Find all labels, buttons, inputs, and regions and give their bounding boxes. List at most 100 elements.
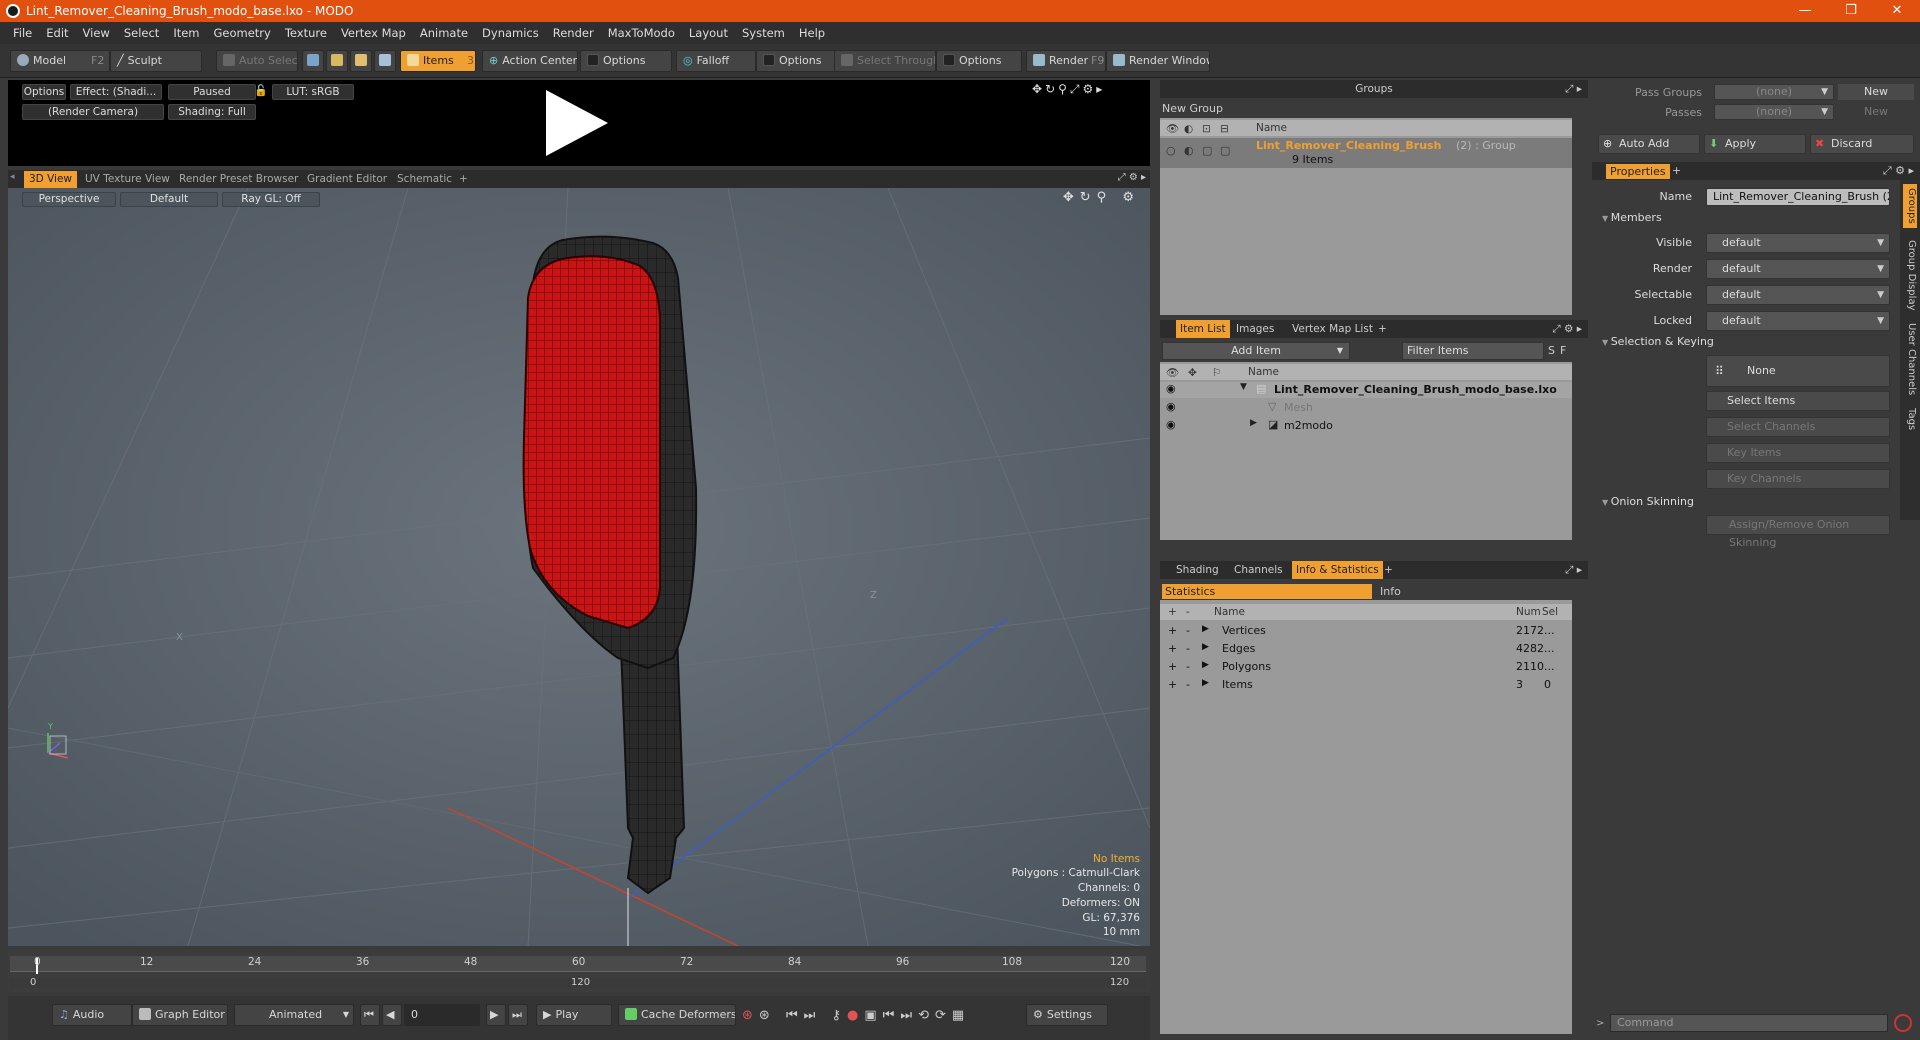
list-item[interactable]: ◉ ▽ Mesh bbox=[1160, 400, 1572, 416]
close-button[interactable]: ✕ bbox=[1874, 0, 1920, 22]
panel-expand-icon[interactable]: ⤢ ⚙ ▸ bbox=[1552, 320, 1582, 338]
render-icon[interactable]: ◐ bbox=[1184, 144, 1194, 157]
key-tool-icons[interactable]: ⊛⊛ ⏮⏭ ⚷●▣⏮⏭⟲⟳▦ bbox=[742, 1008, 970, 1023]
vertices-mode-button[interactable] bbox=[302, 50, 324, 72]
frame-next-icon[interactable]: ⏭ bbox=[900, 1008, 918, 1023]
menu-item[interactable]: Item bbox=[166, 26, 206, 40]
expand-all-icon[interactable]: + bbox=[1168, 604, 1177, 620]
eye-icon[interactable]: ◉ bbox=[1166, 382, 1176, 395]
materials-mode-button[interactable] bbox=[374, 50, 396, 72]
settings-button[interactable]: ⚙ Settings bbox=[1026, 1004, 1108, 1026]
tab-vertex-map-list[interactable]: Vertex Map List bbox=[1292, 320, 1373, 338]
zoom-icon[interactable]: ⚲ bbox=[1058, 82, 1070, 96]
panel-expand-icon[interactable]: ⤢ ▸ bbox=[1565, 80, 1582, 98]
passes-dropdown[interactable]: (none) ▼ bbox=[1714, 104, 1834, 120]
viewport-maximize-icons[interactable]: ⤢ ⚙ ▸ bbox=[1118, 172, 1146, 183]
tab-gradient-editor[interactable]: Gradient Editor bbox=[302, 171, 392, 188]
menu-help[interactable]: Help bbox=[792, 26, 832, 40]
expand-arrow-icon[interactable]: ▶ bbox=[1202, 678, 1209, 688]
3d-viewport[interactable]: X Z Y Perspective Default Ray GL: Off ✥↻… bbox=[8, 188, 1150, 946]
polygons-mode-button[interactable] bbox=[350, 50, 372, 72]
expand-arrow-icon[interactable]: ▼ bbox=[1240, 382, 1247, 392]
select-channels-button[interactable]: Select Channels bbox=[1706, 417, 1890, 437]
record-dot-icon[interactable]: ● bbox=[847, 1008, 864, 1023]
expand-arrow-icon[interactable]: ▶ bbox=[1202, 660, 1209, 670]
tab-menu-icon[interactable]: ◂ bbox=[10, 172, 15, 182]
stop-command-icon[interactable] bbox=[1894, 1014, 1912, 1032]
collapse-all-icon[interactable]: - bbox=[1186, 604, 1190, 620]
auto-select-button[interactable]: Auto Select bbox=[216, 50, 298, 72]
menu-texture[interactable]: Texture bbox=[278, 26, 334, 40]
tab-shading[interactable]: Shading bbox=[1176, 561, 1219, 579]
f-toggle-button[interactable]: F bbox=[1560, 342, 1571, 360]
cache-deformers-button[interactable]: Cache Deformers bbox=[618, 1004, 736, 1026]
select-icon[interactable]: ▢ bbox=[1220, 144, 1230, 157]
menu-dynamics[interactable]: Dynamics bbox=[475, 26, 546, 40]
table-row[interactable]: + - ▶ Items 3 0 bbox=[1160, 676, 1572, 694]
menu-view[interactable]: View bbox=[76, 26, 117, 40]
visible-dropdown[interactable]: default ▼ bbox=[1706, 233, 1890, 253]
gear-icon[interactable]: ⚙ bbox=[1083, 82, 1097, 96]
model-mode-button[interactable]: Model F2 bbox=[10, 50, 110, 72]
rotate-icon[interactable]: ↻ bbox=[1045, 82, 1058, 96]
menu-maxtomodo[interactable]: MaxToModo bbox=[601, 26, 682, 40]
key-items-button[interactable]: Key Items bbox=[1706, 443, 1890, 463]
viewport-nav-icons[interactable]: ✥↻⚲ ⚙ bbox=[1063, 190, 1140, 205]
preview-options-button[interactable]: Options bbox=[22, 84, 66, 100]
expand-arrow-icon[interactable]: ▶ bbox=[1202, 624, 1209, 634]
lut-dropdown[interactable]: LUT: sRGB bbox=[272, 84, 354, 100]
preview-nav-icons[interactable]: ✥↻⚲⤢⚙▸ bbox=[1032, 82, 1105, 97]
add-item-dropdown[interactable]: Add Item ▼ bbox=[1162, 342, 1350, 360]
move-icon[interactable]: ✥ bbox=[1032, 82, 1045, 96]
pass-groups-dropdown[interactable]: (none) ▼ bbox=[1714, 84, 1834, 100]
falloff-options-button[interactable]: Options bbox=[756, 50, 836, 72]
audio-button[interactable]: ♫ Audio bbox=[52, 1004, 132, 1026]
filter-items-input[interactable]: Filter Items bbox=[1402, 342, 1544, 360]
step-back-button[interactable]: ◀ bbox=[382, 1004, 402, 1026]
menu-render[interactable]: Render bbox=[546, 26, 601, 40]
graph-editor-button[interactable]: Graph Editor bbox=[132, 1004, 228, 1026]
menu-edit[interactable]: Edit bbox=[39, 26, 75, 40]
edges-mode-button[interactable] bbox=[326, 50, 348, 72]
timeline[interactable]: 0 12 24 36 48 60 72 84 96 108 120 0 120 … bbox=[8, 950, 1150, 992]
next-key-icon[interactable]: ⏭ bbox=[804, 1008, 822, 1023]
go-to-start-button[interactable]: ⏮ bbox=[360, 1004, 380, 1026]
tab-info-statistics[interactable]: Info & Statistics bbox=[1292, 561, 1383, 579]
render-window-button[interactable]: Render Window bbox=[1106, 50, 1210, 72]
side-tab-tags[interactable]: Tags bbox=[1903, 404, 1917, 434]
expand-arrow-icon[interactable]: ▶ bbox=[1202, 642, 1209, 652]
panel-expand-icon[interactable]: ⤢ ▸ bbox=[1565, 561, 1582, 579]
expand-arrow-icon[interactable]: ▸ bbox=[1096, 82, 1105, 96]
menu-animate[interactable]: Animate bbox=[413, 26, 475, 40]
key-icon[interactable]: ⚷ bbox=[832, 1008, 848, 1023]
info-subtab[interactable]: Info bbox=[1376, 584, 1556, 599]
gear-icon[interactable]: ⚙ bbox=[1112, 190, 1140, 205]
action-center-options-button[interactable]: Options bbox=[580, 50, 672, 72]
add-tab-button[interactable]: + bbox=[1384, 561, 1393, 579]
group-row-selected[interactable]: ○ ◐ ▢ ▢ Lint_Remover_Cleaning_Brush (2) … bbox=[1160, 138, 1572, 168]
command-input[interactable]: Command bbox=[1610, 1014, 1888, 1032]
eye-icon[interactable]: ◉ bbox=[1166, 400, 1176, 413]
preview-paused-button[interactable]: Paused bbox=[168, 84, 256, 100]
preview-effect-dropdown[interactable]: Effect: (Shadi... bbox=[70, 84, 162, 100]
loop-icon[interactable]: ⟲ bbox=[918, 1008, 935, 1023]
tab-properties[interactable]: Properties bbox=[1606, 164, 1670, 179]
menu-vertex-map[interactable]: Vertex Map bbox=[334, 26, 413, 40]
lock-icon[interactable]: ▢ bbox=[1202, 144, 1212, 157]
members-section-header[interactable]: ▼ Members bbox=[1602, 211, 1662, 224]
minimize-button[interactable]: — bbox=[1782, 0, 1828, 22]
tab-uv-texture-view[interactable]: UV Texture View bbox=[80, 171, 175, 188]
tab-render-preset-browser[interactable]: Render Preset Browser bbox=[174, 171, 303, 188]
select-through-options-button[interactable]: Options bbox=[936, 50, 1022, 72]
table-row[interactable]: + - ▶ Polygons 2110 ... bbox=[1160, 658, 1572, 676]
add-tab-button[interactable]: + bbox=[454, 171, 473, 188]
table-row[interactable]: + - ▶ Vertices 2172 ... bbox=[1160, 622, 1572, 640]
new-pass-button[interactable]: New bbox=[1838, 104, 1914, 120]
snap-icon[interactable]: ▦ bbox=[952, 1008, 970, 1023]
selection-none-button[interactable]: ⠿ None bbox=[1706, 355, 1890, 387]
selectable-dropdown[interactable]: default ▼ bbox=[1706, 285, 1890, 305]
menu-layout[interactable]: Layout bbox=[682, 26, 735, 40]
move-icon[interactable]: ✥ bbox=[1063, 190, 1080, 205]
auto-add-button[interactable]: ⊕ Auto Add bbox=[1598, 134, 1700, 154]
s-toggle-button[interactable]: S bbox=[1548, 342, 1559, 360]
